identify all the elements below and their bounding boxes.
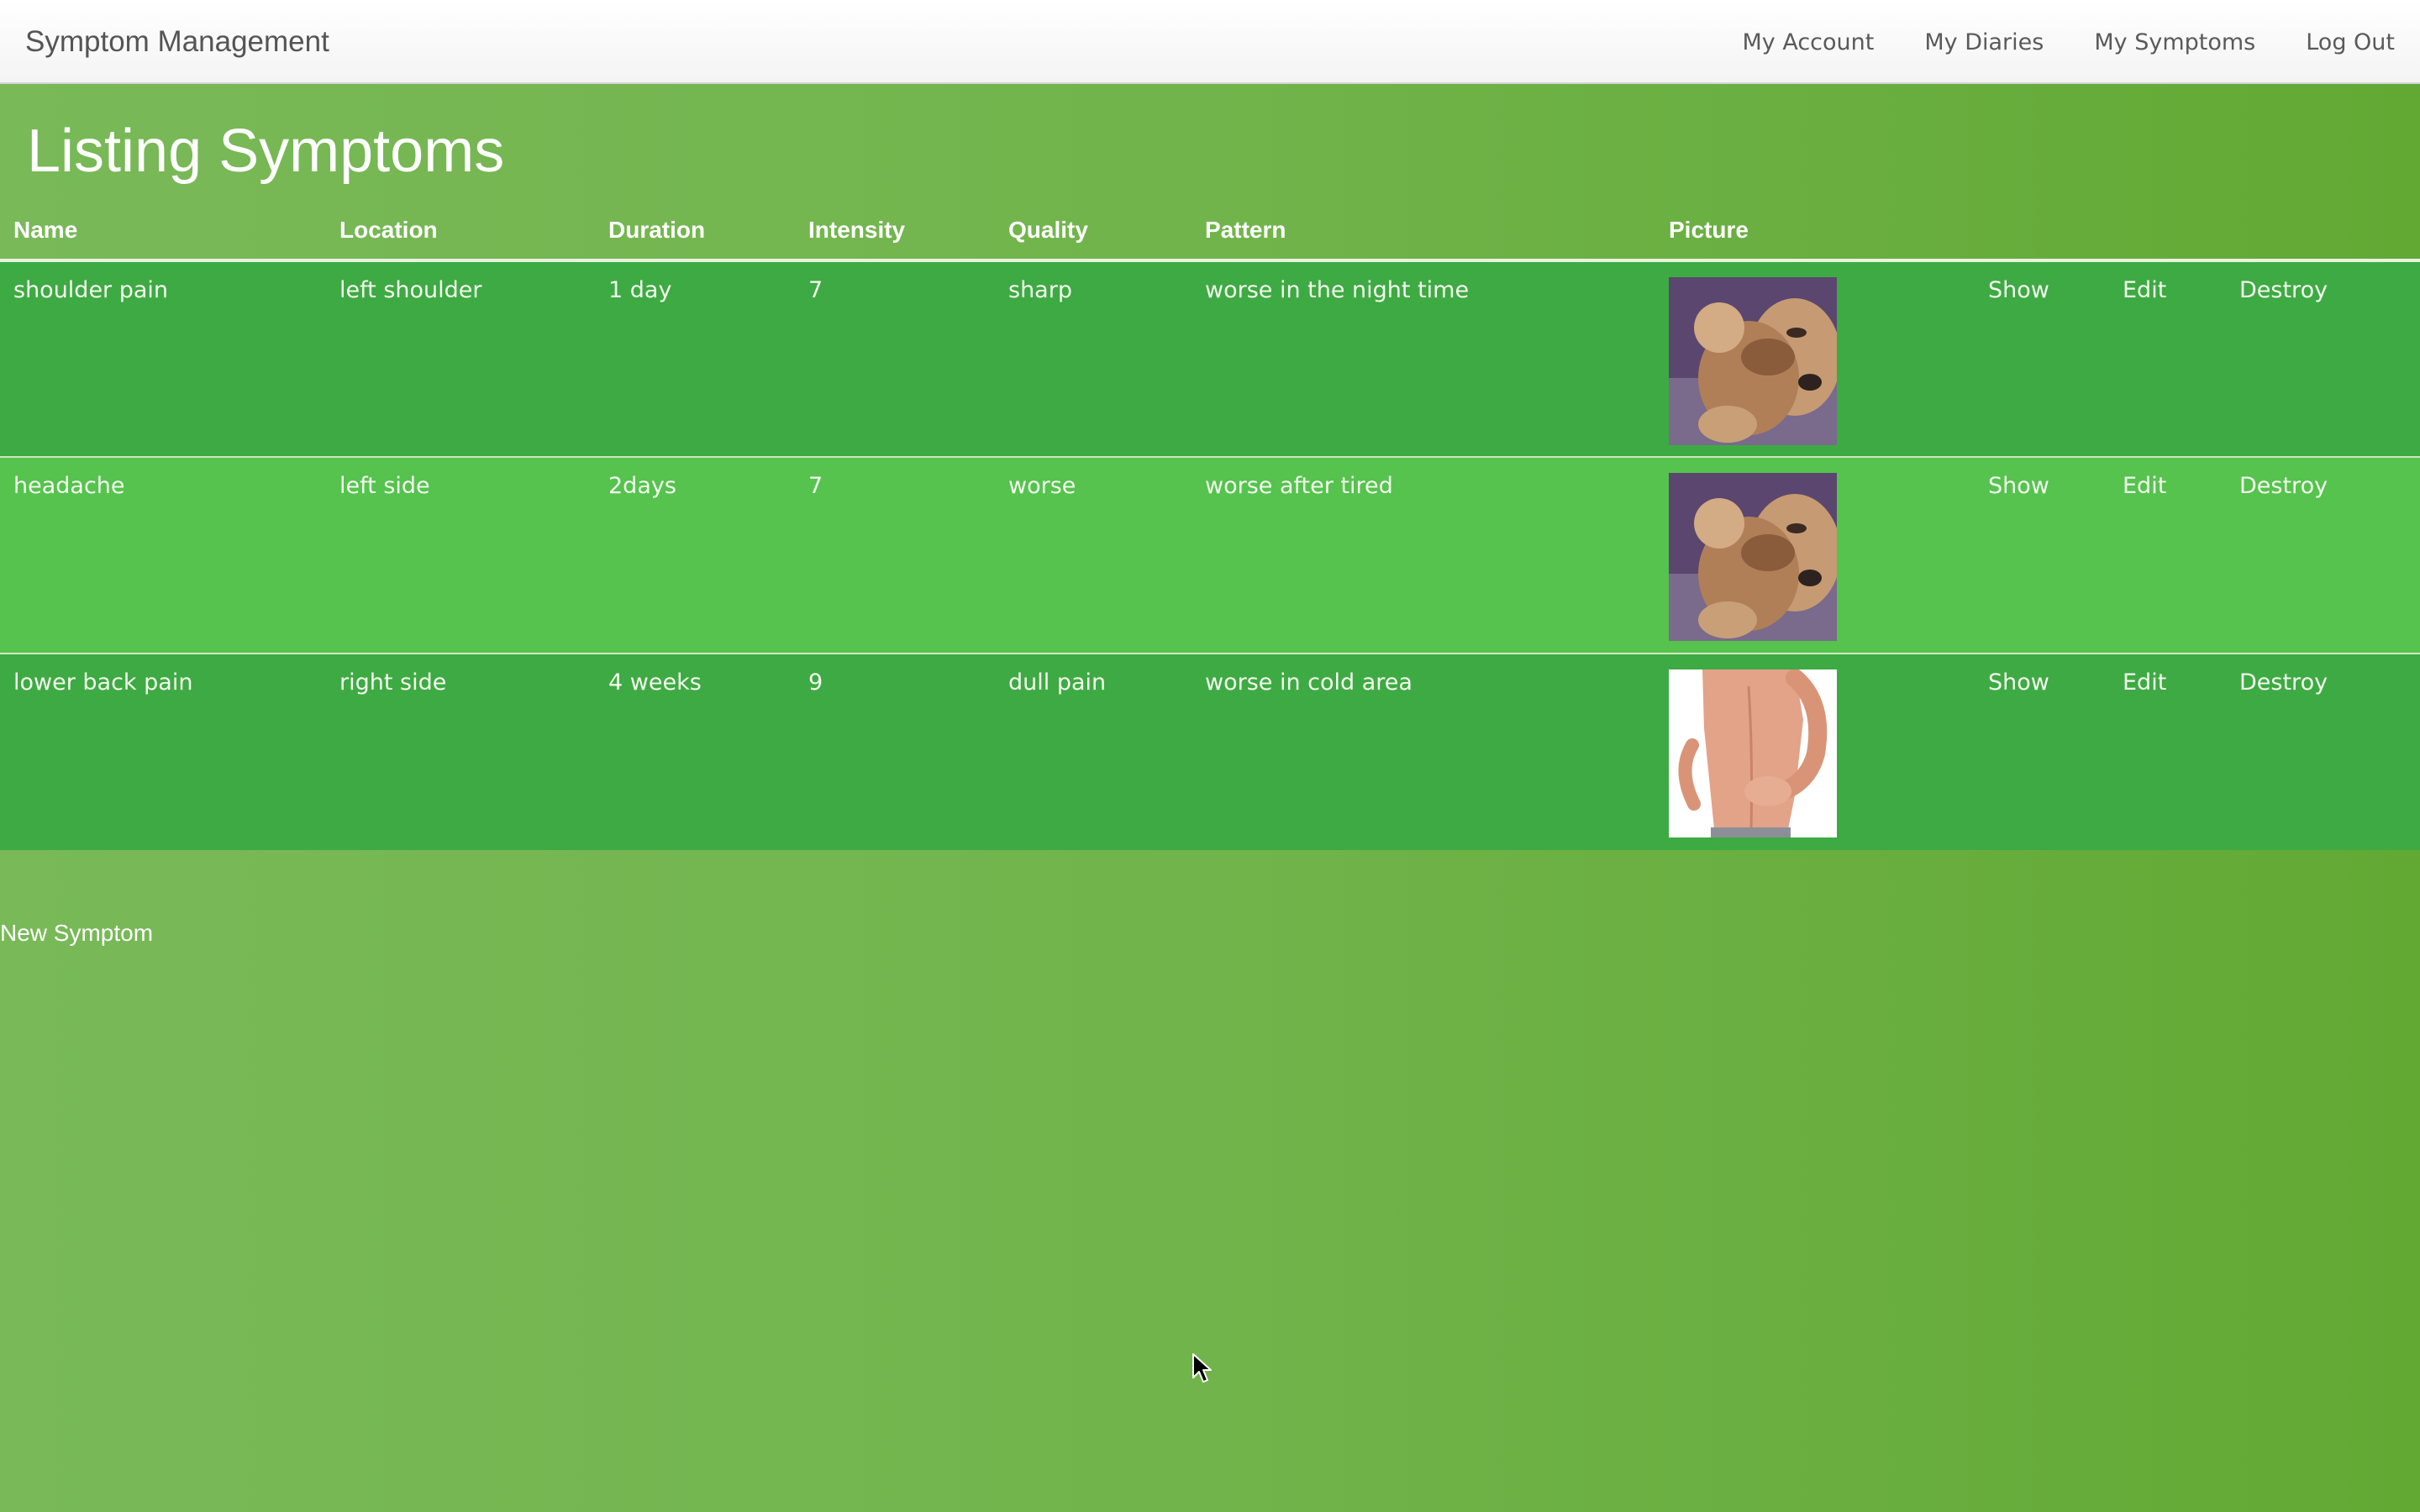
puppy-photo [1669,473,1837,641]
cell-quality: dull pain [1008,669,1107,696]
mouse-pointer-icon [1192,1353,1212,1383]
cell-duration: 4 weeks [608,669,702,696]
nav-links: My Account My Diaries My Symptoms Log Ou… [1742,0,2420,84]
table-row: headache left side 2days 7 worse worse a… [0,457,2420,654]
destroy-link[interactable]: Destroy [2239,669,2328,696]
cell-duration: 1 day [608,277,672,303]
cell-location: left shoulder [339,277,482,303]
cell-intensity: 7 [808,277,823,303]
header-location: Location [326,202,595,262]
cell-quality: sharp [1008,277,1072,303]
cell-location: right side [339,669,447,696]
cell-duration: 2days [608,473,676,499]
header-edit [2109,202,2226,262]
header-destroy [2226,202,2420,262]
header-pattern: Pattern [1192,202,1655,262]
nav-my-diaries[interactable]: My Diaries [1924,29,2044,55]
cell-name: shoulder pain [13,277,169,303]
destroy-link[interactable]: Destroy [2239,277,2328,303]
page-title: Listing Symptoms [27,118,505,185]
show-link[interactable]: Show [1988,473,2049,499]
header-picture: Picture [1655,202,1975,262]
brand-link[interactable]: Symptom Management [25,0,329,84]
cell-pattern: worse in cold area [1205,669,1413,696]
top-navbar: Symptom Management My Account My Diaries… [0,0,2420,84]
cell-intensity: 7 [808,473,823,499]
nav-my-account[interactable]: My Account [1742,29,1874,55]
symptoms-table: Name Location Duration Intensity Quality… [0,202,2420,850]
header-quality: Quality [995,202,1192,262]
new-symptom-link[interactable]: New Symptom [0,920,153,947]
nav-my-symptoms[interactable]: My Symptoms [2094,29,2255,55]
table-header-row: Name Location Duration Intensity Quality… [0,202,2420,262]
cell-name: headache [13,473,125,499]
cell-intensity: 9 [808,669,823,696]
back-pain-photo [1669,669,1837,837]
cell-picture [1655,457,1975,654]
destroy-link[interactable]: Destroy [2239,473,2328,499]
show-link[interactable]: Show [1988,277,2049,303]
table-row: lower back pain right side 4 weeks 9 dul… [0,654,2420,850]
header-show [1975,202,2109,262]
edit-link[interactable]: Edit [2123,473,2166,499]
header-duration: Duration [595,202,795,262]
cell-picture [1655,654,1975,850]
cell-picture [1655,260,1975,457]
cell-name: lower back pain [13,669,193,696]
header-intensity: Intensity [795,202,995,262]
show-link[interactable]: Show [1988,669,2049,696]
header-name: Name [0,202,326,262]
cell-pattern: worse in the night time [1205,277,1470,303]
cell-location: left side [339,473,430,499]
edit-link[interactable]: Edit [2123,669,2166,696]
table-row: shoulder pain left shoulder 1 day 7 shar… [0,260,2420,457]
puppy-photo [1669,277,1837,445]
nav-log-out[interactable]: Log Out [2306,29,2395,55]
cell-pattern: worse after tired [1205,473,1393,499]
edit-link[interactable]: Edit [2123,277,2166,303]
cell-quality: worse [1008,473,1076,499]
